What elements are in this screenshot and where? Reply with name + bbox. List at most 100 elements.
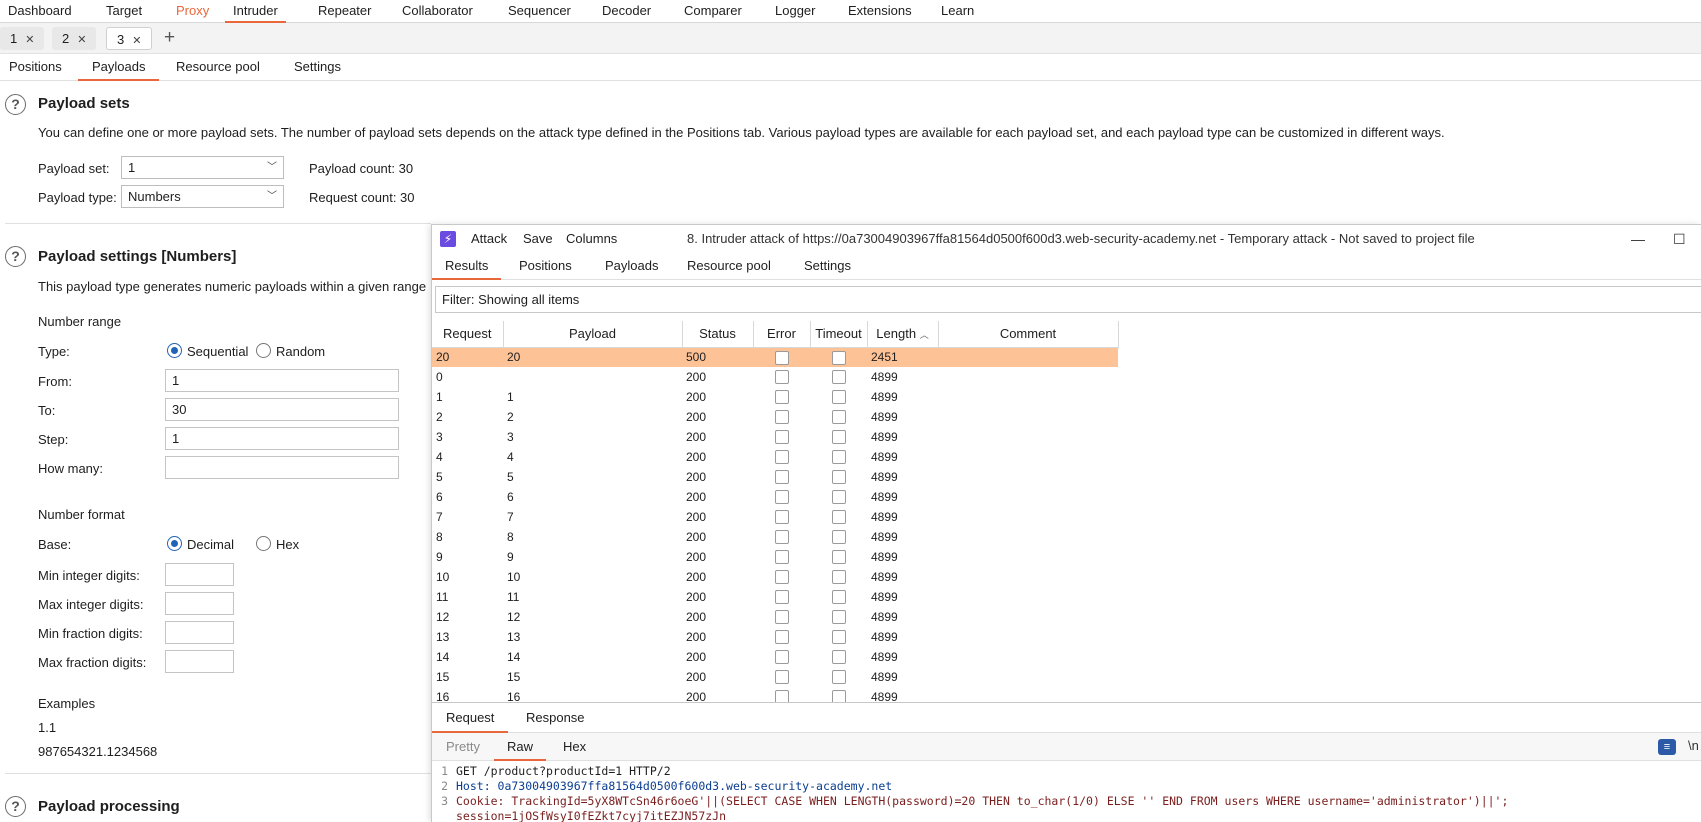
table-row[interactable]: 5 5 200 4899 [432,467,1118,487]
min-fraction-digits-input[interactable] [165,621,234,644]
menu-save[interactable]: Save [523,225,553,253]
table-row[interactable]: 10 10 200 4899 [432,567,1118,587]
to-input[interactable]: 30 [165,398,399,421]
tab-settings[interactable]: Settings [280,54,355,81]
minimize-icon[interactable]: — [1631,225,1645,253]
tab-learn[interactable]: Learn [933,0,982,23]
maximize-icon[interactable]: ☐ [1673,225,1686,253]
table-row[interactable]: 1 1 200 4899 [432,387,1118,407]
show-newlines-toggle[interactable]: \n [1688,738,1699,753]
cell-payload: 2 [507,410,514,424]
tab-response[interactable]: Response [512,703,599,733]
cell-status: 200 [686,690,707,702]
decimal-radio[interactable] [167,536,182,551]
tab-comparer[interactable]: Comparer [676,0,750,23]
column-header-status[interactable]: Status [682,321,754,348]
close-icon[interactable]: ✕ [25,34,34,46]
table-row[interactable]: 7 7 200 4899 [432,507,1118,527]
cell-timeout [810,687,867,702]
table-row[interactable]: 8 8 200 4899 [432,527,1118,547]
tab-decoder[interactable]: Decoder [594,0,659,23]
results-table-body: 20 20 500 2451 0 200 4899 1 1 200 4899 2 2 200 4899 3 3 2… [432,347,1118,702]
help-icon[interactable]: ? [5,94,26,115]
tab-request[interactable]: Request [432,703,509,733]
tab-results[interactable]: Results [432,253,502,280]
table-row[interactable]: 6 6 200 4899 [432,487,1118,507]
how-many-input[interactable] [165,456,399,479]
attack-tab-3[interactable]: 3 ✕ [106,27,153,50]
column-header-length[interactable]: Length ︿ [867,321,939,348]
tab-resource-pool[interactable]: Resource pool [674,253,784,280]
table-row[interactable]: 15 15 200 4899 [432,667,1118,687]
max-integer-digits-input[interactable] [165,592,234,615]
attack-tab-label: 1 [10,31,18,46]
cell-status: 200 [686,610,707,624]
table-row[interactable]: 0 200 4899 [432,367,1118,387]
filter-bar[interactable]: Filter: Showing all items [435,286,1701,313]
close-icon[interactable]: ✕ [77,34,86,46]
tab-intruder[interactable]: Intruder [225,0,286,23]
section-title-payload-sets: Payload sets [38,95,130,112]
tab-extensions[interactable]: Extensions [840,0,920,23]
table-row[interactable]: 14 14 200 4899 [432,647,1118,667]
tab-positions[interactable]: Positions [0,54,76,81]
random-radio[interactable] [256,343,271,358]
table-row[interactable]: 16 16 200 4899 [432,687,1118,702]
table-row[interactable]: 12 12 200 4899 [432,607,1118,627]
column-header-error[interactable]: Error [753,321,811,348]
request-editor[interactable]: 1 GET /product?productId=1 HTTP/2 2 Host… [432,762,1701,822]
cell-timeout [810,427,867,447]
tab-resource-pool[interactable]: Resource pool [162,54,274,81]
table-row[interactable]: 13 13 200 4899 [432,627,1118,647]
table-row[interactable]: 20 20 500 2451 [432,347,1118,367]
tab-proxy[interactable]: Proxy [168,0,217,23]
max-fraction-digits-input[interactable] [165,650,234,673]
step-input[interactable]: 1 [165,427,399,450]
table-row[interactable]: 11 11 200 4899 [432,587,1118,607]
menu-columns[interactable]: Columns [566,225,617,253]
tab-payloads[interactable]: Payloads [78,54,160,81]
tab-hex[interactable]: Hex [550,733,599,761]
tab-pretty[interactable]: Pretty [433,733,493,761]
attack-tab-2[interactable]: 2 ✕ [52,27,97,50]
table-row[interactable]: 9 9 200 4899 [432,547,1118,567]
tab-dashboard[interactable]: Dashboard [0,0,80,23]
cell-error [753,467,810,487]
cell-comment [938,407,1118,427]
column-header-payload[interactable]: Payload [503,321,683,348]
payload-set-select[interactable]: 1 ﹀ [121,156,284,179]
column-header-timeout[interactable]: Timeout [810,321,868,348]
hex-radio[interactable] [256,536,271,551]
column-header-comment[interactable]: Comment [938,321,1119,348]
tab-raw[interactable]: Raw [494,733,547,761]
min-integer-digits-input[interactable] [165,563,234,586]
tab-target[interactable]: Target [98,0,150,23]
table-row[interactable]: 4 4 200 4899 [432,447,1118,467]
tab-settings[interactable]: Settings [791,253,864,280]
cell-status: 500 [682,347,753,367]
menu-attack[interactable]: Attack [471,225,507,253]
payload-set-label: Payload set: [38,161,110,176]
results-table-container[interactable]: Request Payload Status Error Timeout Len… [432,321,1701,702]
cell-request: 8 [436,530,443,544]
from-input[interactable]: 1 [165,369,399,392]
help-icon[interactable]: ? [5,246,26,267]
attack-tab-1[interactable]: 1 ✕ [0,27,45,50]
column-header-request[interactable]: Request [432,321,504,348]
help-icon[interactable]: ? [5,796,26,817]
tab-payloads[interactable]: Payloads [592,253,671,280]
tab-repeater[interactable]: Repeater [310,0,379,23]
tab-collaborator[interactable]: Collaborator [394,0,481,23]
tab-positions[interactable]: Positions [506,253,585,280]
table-row[interactable]: 2 2 200 4899 [432,407,1118,427]
tab-sequencer[interactable]: Sequencer [500,0,579,23]
wrap-lines-icon[interactable]: ≡ [1658,739,1676,755]
payload-type-select[interactable]: Numbers ﹀ [121,185,284,208]
code-line: Host: 0a73004903967ffa81564d0500f600d3.w… [456,779,893,793]
table-row[interactable]: 3 3 200 4899 [432,427,1118,447]
tab-logger[interactable]: Logger [767,0,823,23]
cell-error [753,627,810,647]
close-icon[interactable]: ✕ [132,35,141,47]
sequential-radio[interactable] [167,343,182,358]
add-tab-icon[interactable]: + [164,28,175,48]
